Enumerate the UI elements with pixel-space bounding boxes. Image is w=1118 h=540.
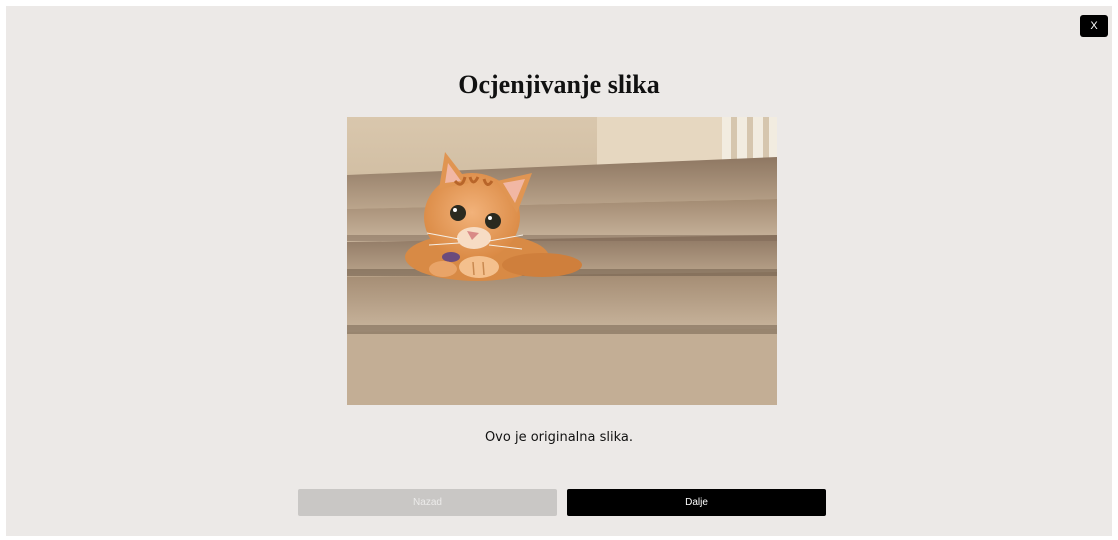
kitten-image (347, 117, 777, 405)
next-button[interactable]: Dalje (567, 489, 826, 516)
image-caption: Ovo je originalna slika. (484, 430, 634, 445)
back-button[interactable]: Nazad (298, 489, 557, 516)
dialog: X Ocjenjivanje slika Ovo je originalna s… (6, 6, 1112, 536)
page-title: Ocjenjivanje slika (458, 70, 660, 99)
kitten-photo (347, 117, 777, 405)
close-button[interactable]: X (1080, 15, 1108, 37)
